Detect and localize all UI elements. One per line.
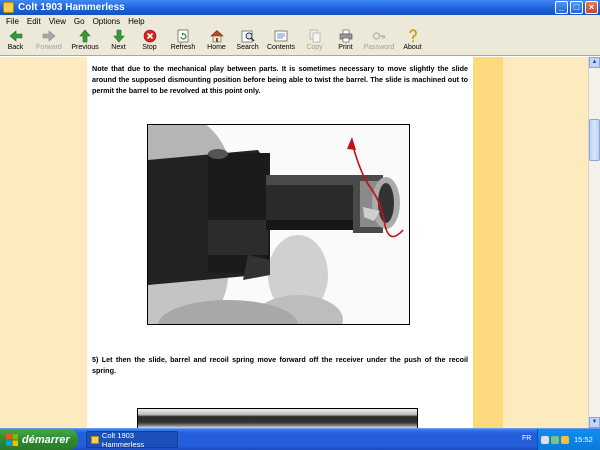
document-page: Note that due to the mechanical play bet…: [87, 57, 473, 428]
down-arrow-icon: [112, 29, 125, 43]
taskbar: démarrer Colt 1903 Hammerless FR 15:52: [0, 428, 600, 450]
back-label: Back: [7, 44, 24, 51]
next-button[interactable]: Next: [103, 27, 134, 51]
password-label: Password: [363, 44, 395, 51]
instruction-paragraph-1: Note that due to the mechanical play bet…: [92, 64, 468, 95]
window-controls: _ □ ×: [555, 1, 598, 14]
gold-margin-strip: [473, 57, 503, 428]
network-icon[interactable]: [541, 435, 549, 444]
contents-icon: [274, 30, 288, 42]
menu-edit[interactable]: Edit: [23, 17, 45, 26]
clock: 15:52: [574, 435, 593, 444]
about-icon: [408, 29, 417, 43]
menu-options[interactable]: Options: [89, 17, 125, 26]
menu-bar: File Edit View Go Options Help: [0, 15, 600, 27]
home-button[interactable]: Home: [201, 27, 232, 51]
next-label: Next: [111, 44, 126, 51]
right-margin: [503, 57, 588, 428]
search-button[interactable]: Search: [232, 27, 263, 51]
windows-logo-icon: [6, 433, 18, 446]
start-button[interactable]: démarrer: [0, 429, 78, 450]
scroll-down-arrow-icon[interactable]: ▼: [589, 417, 600, 428]
forward-label: Forward: [36, 44, 62, 51]
stop-button[interactable]: Stop: [134, 27, 165, 51]
security-icon[interactable]: [551, 435, 559, 444]
copy-button[interactable]: Copy: [299, 27, 330, 51]
app-icon: [3, 2, 14, 13]
menu-help[interactable]: Help: [124, 17, 148, 26]
refresh-button[interactable]: Refresh: [165, 27, 201, 51]
home-label: Home: [207, 44, 226, 51]
scroll-up-arrow-icon[interactable]: ▲: [589, 57, 600, 68]
content-area: Note that due to the mechanical play bet…: [0, 57, 600, 428]
close-button[interactable]: ×: [585, 1, 598, 14]
maximize-button[interactable]: □: [570, 1, 583, 14]
up-arrow-icon: [79, 29, 91, 43]
previous-button[interactable]: Previous: [67, 27, 103, 51]
vertical-scrollbar[interactable]: ▲ ▼: [588, 57, 600, 428]
minimize-button[interactable]: _: [555, 1, 568, 14]
language-indicator[interactable]: FR: [522, 435, 531, 442]
password-icon: [372, 32, 386, 40]
about-label: About: [403, 44, 422, 51]
system-tray: 15:52: [537, 429, 600, 450]
task-label: Colt 1903 Hammerless: [101, 430, 144, 449]
previous-label: Previous: [71, 44, 99, 51]
print-button[interactable]: Print: [330, 27, 361, 51]
refresh-icon: [177, 29, 189, 43]
scrollbar-thumb[interactable]: [589, 119, 600, 161]
menu-view[interactable]: View: [45, 17, 70, 26]
barrel-photo-image: [148, 125, 409, 324]
menu-go[interactable]: Go: [70, 17, 89, 26]
toolbar: Back Forward Previous Next Stop Refresh: [0, 27, 600, 56]
stop-icon: [143, 29, 156, 43]
home-icon: [209, 30, 224, 43]
forward-button[interactable]: Forward: [31, 27, 67, 51]
taskbar-window-button[interactable]: Colt 1903 Hammerless: [86, 430, 178, 449]
about-button[interactable]: About: [397, 27, 428, 51]
copy-icon: [309, 29, 320, 43]
back-arrow-icon: [9, 30, 22, 42]
password-button[interactable]: Password: [361, 27, 397, 51]
contents-label: Contents: [266, 44, 296, 51]
title-bar: Colt 1903 Hammerless _ □ ×: [0, 0, 600, 15]
search-icon: [241, 30, 254, 43]
search-label: Search: [236, 44, 259, 51]
volume-icon[interactable]: [561, 435, 569, 444]
window-title: Colt 1903 Hammerless: [18, 2, 125, 13]
stop-label: Stop: [142, 44, 157, 51]
refresh-label: Refresh: [170, 44, 196, 51]
left-margin: [0, 57, 87, 428]
back-button[interactable]: Back: [0, 27, 31, 51]
barrel-photo: [147, 124, 410, 325]
menu-file[interactable]: File: [2, 17, 23, 26]
print-label: Print: [338, 44, 353, 51]
start-label: démarrer: [22, 433, 70, 446]
instruction-paragraph-2: 5) Let then the slide, barrel and recoil…: [92, 355, 468, 375]
contents-button[interactable]: Contents: [263, 27, 299, 51]
task-app-icon: [91, 435, 99, 444]
forward-arrow-icon: [42, 30, 56, 42]
copy-label: Copy: [306, 44, 323, 51]
print-icon: [339, 29, 352, 43]
second-photo: [137, 408, 418, 428]
